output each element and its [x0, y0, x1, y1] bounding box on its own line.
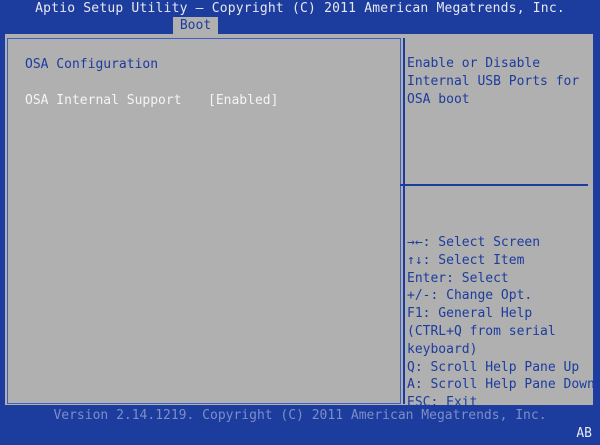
title-bar: Aptio Setup Utility – Copyright (C) 2011…	[35, 1, 565, 16]
key-ctrl-q: (CTRL+Q from serial	[407, 323, 556, 339]
footer-version: Version 2.14.1219. Copyright (C) 2011 Am…	[53, 408, 547, 423]
key-scroll-down: A: Scroll Help Pane Down	[407, 377, 595, 393]
corner-tag: AB	[576, 426, 592, 441]
help-text: Enable or Disable Internal USB Ports for…	[407, 55, 591, 109]
settings-pane: OSA Configuration OSA Internal Support […	[7, 38, 401, 404]
key-scroll-up: Q: Scroll Help Pane Up	[407, 359, 580, 375]
key-enter-select: Enter: Select	[407, 270, 509, 286]
option-value-osa-internal-support[interactable]: [Enabled]	[208, 93, 278, 108]
tab-boot[interactable]: Boot	[173, 17, 218, 34]
key-select-screen: →←: Select Screen	[407, 235, 541, 250]
help-line: OSA boot	[407, 92, 470, 107]
help-separator	[400, 184, 588, 186]
help-line: Internal USB Ports for	[407, 74, 580, 89]
key-general-help: F1: General Help	[407, 306, 533, 322]
key-change-opt: +/-: Change Opt.	[407, 288, 533, 304]
main-panel: OSA Configuration OSA Internal Support […	[3, 34, 595, 410]
bios-screen: Aptio Setup Utility – Copyright (C) 2011…	[0, 0, 600, 445]
section-title: OSA Configuration	[25, 57, 159, 72]
option-label-osa-internal-support[interactable]: OSA Internal Support	[25, 93, 182, 108]
key-select-item: ↑↓: Select Item	[407, 252, 525, 268]
key-keyboard: keyboard)	[407, 341, 478, 357]
help-line: Enable or Disable	[407, 56, 541, 71]
key-legend: →←: Select Screen ↑↓: Select Item Enter:…	[407, 234, 595, 412]
help-pane: Enable or Disable Internal USB Ports for…	[405, 38, 595, 410]
